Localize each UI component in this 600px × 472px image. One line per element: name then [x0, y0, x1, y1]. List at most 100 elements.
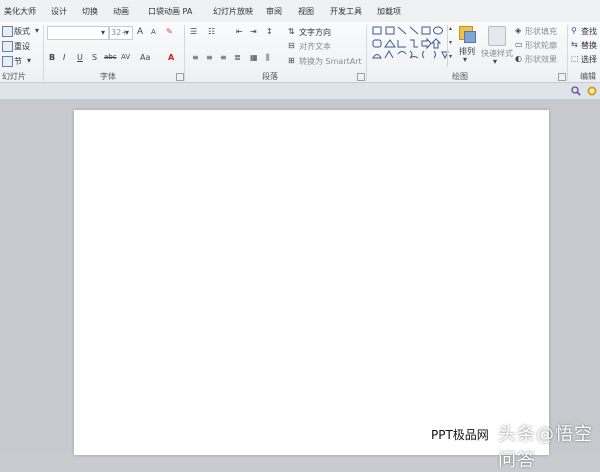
group-label-editing: 编辑 [580, 72, 596, 81]
arc-shape-icon [397, 51, 407, 55]
clear-format-icon[interactable]: ✎ [166, 27, 173, 36]
search-icon[interactable] [571, 86, 581, 96]
gear-icon[interactable] [587, 86, 597, 96]
tab-transitions[interactable]: 切换 [82, 6, 98, 17]
ribbon-tab-bar: 美化大师 设计 切换 动画 口袋动画 PA 幻灯片放映 审阅 视图 开发工具 加… [0, 0, 600, 23]
quick-styles-icon [488, 26, 506, 46]
shrink-font-button[interactable]: A [151, 28, 156, 36]
find-button[interactable]: 查找 [581, 26, 597, 37]
tab-animations[interactable]: 动画 [113, 6, 129, 17]
curve-shape-icon [409, 50, 419, 59]
tab-beautify-master[interactable]: 美化大师 [4, 6, 36, 17]
shape-fill-icon: ◈ [515, 26, 522, 35]
font-dialog-launcher-icon[interactable] [176, 73, 184, 81]
font-name-input[interactable] [47, 26, 109, 40]
reset-icon [2, 41, 13, 52]
vertical-textbox-shape-icon [385, 26, 395, 35]
chevron-down-icon: ▾ [35, 26, 40, 35]
tab-design[interactable]: 设计 [51, 6, 67, 17]
section-button[interactable]: 节 [14, 56, 22, 67]
layout-icon [2, 26, 13, 37]
tab-addins[interactable]: 加载项 [377, 6, 401, 17]
group-label-drawing: 绘图 [452, 72, 468, 81]
reset-button[interactable]: 重设 [14, 41, 30, 52]
right-arrow-shape-icon [421, 37, 432, 50]
gallery-more-icon[interactable]: ▾ [449, 53, 452, 60]
tab-pocket-animation[interactable]: 口袋动画 PA [148, 6, 192, 17]
spacing-button[interactable]: AV [121, 53, 130, 61]
shape-effects-button[interactable]: 形状效果 [525, 54, 557, 65]
chevron-down-icon: ▾ [125, 28, 130, 37]
freeform-shape-icon [372, 54, 382, 59]
line-spacing-icon[interactable]: ↕ [266, 27, 273, 36]
oval-shape-icon [433, 26, 443, 35]
grow-font-button[interactable]: A [137, 27, 143, 37]
shapes-gallery[interactable] [370, 25, 458, 65]
scroll-down-icon[interactable]: ▾ [449, 39, 452, 46]
smartart-icon: ⊞ [288, 56, 295, 65]
left-brace-shape-icon [422, 50, 425, 59]
convert-smartart-button[interactable]: 转换为 SmartArt [299, 56, 362, 67]
bullets-icon[interactable]: ☰ [190, 27, 197, 36]
decrease-indent-icon[interactable]: ⇤ [236, 27, 243, 36]
shape-fill-button[interactable]: 形状填充 [525, 26, 557, 37]
shape-effects-icon: ◐ [515, 54, 522, 63]
line-shape-icon [397, 26, 407, 35]
drawing-dialog-launcher-icon[interactable] [558, 73, 566, 81]
arrange-icon-back [464, 31, 476, 43]
replace-button[interactable]: 替换 [581, 40, 597, 51]
rounded-rect-shape-icon [372, 39, 382, 48]
elbow-connector-shape-icon [397, 40, 406, 48]
group-divider [567, 25, 568, 81]
tab-view[interactable]: 视图 [298, 6, 314, 17]
strikethrough-button[interactable]: abc [104, 53, 117, 61]
increase-indent-icon[interactable]: ⇥ [250, 27, 257, 36]
text-direction-button[interactable]: 文字方向 [299, 27, 331, 38]
group-divider [184, 25, 185, 81]
numbering-icon[interactable]: ☷ [208, 27, 215, 36]
gallery-scroll[interactable]: ▴ ▾ ▾ [447, 25, 456, 67]
down-arrow-shape-icon [430, 38, 442, 49]
scroll-up-icon[interactable]: ▴ [449, 25, 452, 32]
layout-button[interactable]: 版式 [14, 26, 30, 37]
shape-outline-icon: ▭ [515, 40, 523, 49]
elbow-arrow-shape-icon [410, 39, 418, 48]
group-divider [43, 25, 44, 81]
chevron-down-icon: ▾ [101, 28, 106, 37]
arrow-line-shape-icon [409, 26, 419, 35]
textbox-shape-icon [372, 26, 382, 35]
tab-developer[interactable]: 开发工具 [330, 6, 362, 17]
underline-button[interactable]: U [77, 53, 83, 62]
watermark-source: 头条@悟空问答 [498, 424, 593, 471]
slide-workspace [0, 100, 600, 455]
align-left-icon[interactable]: ≡ [192, 53, 199, 62]
change-case-button[interactable]: Aa [140, 53, 150, 62]
align-text-icon: ⊟ [288, 41, 295, 50]
tab-review[interactable]: 审阅 [266, 6, 282, 17]
align-right-icon[interactable]: ≡ [220, 53, 227, 62]
font-color-icon[interactable]: A [168, 53, 174, 62]
select-button[interactable]: 选择 [581, 54, 597, 65]
align-text-button[interactable]: 对齐文本 [299, 41, 331, 52]
right-brace-shape-icon [433, 50, 436, 59]
text-direction-icon: ⇅ [288, 27, 295, 36]
chevron-shape-icon [384, 49, 394, 59]
tab-slideshow[interactable]: 幻灯片放映 [213, 6, 253, 17]
triangle-shape-icon [384, 39, 396, 48]
align-center-icon[interactable]: ≡ [206, 53, 213, 62]
shadow-button[interactable]: S [92, 53, 97, 62]
group-label-font: 字体 [100, 72, 116, 81]
italic-button[interactable]: I [63, 53, 65, 62]
slide-canvas[interactable] [74, 110, 549, 455]
justify-icon[interactable]: ≣ [234, 53, 241, 62]
chevron-down-icon: ▾ [27, 56, 32, 65]
replace-icon: ⇆ [571, 40, 578, 49]
group-label-paragraph: 段落 [262, 72, 278, 81]
columns-icon[interactable]: ⫼ [266, 53, 270, 63]
paragraph-dialog-launcher-icon[interactable] [357, 73, 365, 81]
find-icon: ⚲ [571, 26, 577, 35]
distribute-icon[interactable]: ▦ [250, 53, 258, 62]
shape-outline-button[interactable]: 形状轮廓 [525, 40, 557, 51]
group-divider [366, 25, 367, 81]
bold-button[interactable]: B [49, 53, 55, 62]
